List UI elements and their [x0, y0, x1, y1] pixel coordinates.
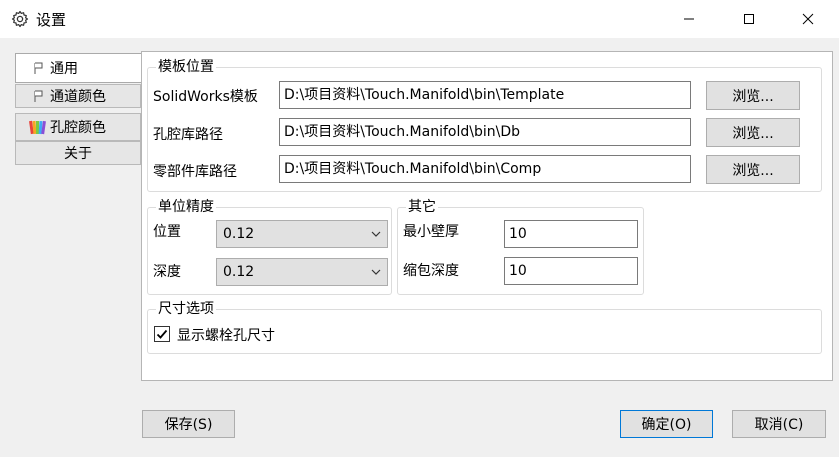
chevron-down-icon: [371, 231, 381, 237]
browse-template-button[interactable]: 浏览...: [706, 81, 800, 110]
tab-about-label: 关于: [64, 146, 92, 162]
tab-channel-color[interactable]: 通道颜色: [15, 84, 141, 108]
browse-component-library-button[interactable]: 浏览...: [706, 155, 800, 184]
unit-precision-group: 单位精度 位置 0.12 深度 0.12: [147, 199, 392, 295]
minimize-icon: [684, 18, 694, 20]
close-icon: [802, 13, 814, 25]
ok-button[interactable]: 确定(O): [620, 410, 713, 438]
flag-icon: [32, 61, 46, 75]
shrink-depth-input[interactable]: 10: [504, 257, 638, 285]
tab-channel-color-label: 通道颜色: [50, 89, 106, 105]
show-bolt-hole-size-label: 显示螺栓孔尺寸: [177, 328, 275, 344]
depth-precision-value: 0.12: [223, 264, 255, 280]
position-precision-value: 0.12: [223, 226, 255, 242]
browse-cavity-library-button[interactable]: 浏览...: [706, 118, 800, 147]
template-location-group: 模板位置 SolidWorks模板 D:\项目资料\Touch.Manifold…: [147, 59, 822, 192]
maximize-button[interactable]: [726, 0, 772, 38]
other-title: 其它: [406, 199, 438, 215]
window-title: 设置: [36, 11, 67, 29]
tab-general[interactable]: 通用: [15, 53, 141, 83]
depth-label: 深度: [153, 264, 181, 280]
chevron-down-icon: [371, 269, 381, 275]
min-wall-thickness-label: 最小壁厚: [403, 224, 459, 240]
position-precision-select[interactable]: 0.12: [216, 220, 388, 248]
solidworks-template-label: SolidWorks模板: [153, 89, 258, 105]
depth-precision-select[interactable]: 0.12: [216, 258, 388, 286]
settings-panel: 模板位置 SolidWorks模板 D:\项目资料\Touch.Manifold…: [141, 51, 833, 381]
component-library-path-input[interactable]: D:\项目资料\Touch.Manifold\bin\Comp: [279, 155, 691, 183]
min-wall-thickness-input[interactable]: 10: [504, 220, 638, 248]
size-options-title: 尺寸选项: [156, 301, 216, 317]
gear-icon: [11, 10, 29, 28]
template-location-title: 模板位置: [156, 59, 216, 75]
minimize-button[interactable]: [666, 0, 712, 38]
solidworks-template-input[interactable]: D:\项目资料\Touch.Manifold\bin\Template: [279, 81, 691, 109]
tab-cavity-color[interactable]: 孔腔颜色: [15, 113, 141, 141]
palette-icon: [28, 118, 46, 136]
flag-icon: [32, 89, 46, 103]
show-bolt-hole-size-checkbox[interactable]: [154, 326, 170, 342]
cancel-button[interactable]: 取消(C): [732, 410, 826, 438]
component-library-path-label: 零部件库路径: [153, 164, 237, 180]
unit-precision-title: 单位精度: [156, 199, 216, 215]
other-group: 其它 最小壁厚 10 缩包深度 10: [397, 199, 644, 295]
cavity-library-path-input[interactable]: D:\项目资料\Touch.Manifold\bin\Db: [279, 118, 691, 146]
shrink-depth-label: 缩包深度: [403, 263, 459, 279]
tab-about[interactable]: 关于: [15, 141, 141, 165]
close-button[interactable]: [785, 0, 831, 38]
position-label: 位置: [153, 224, 181, 240]
tab-general-label: 通用: [50, 61, 78, 77]
save-button[interactable]: 保存(S): [142, 410, 235, 438]
maximize-icon: [744, 14, 754, 24]
cavity-library-path-label: 孔腔库路径: [153, 127, 223, 143]
checkmark-icon: [156, 329, 168, 339]
title-bar: 设置: [0, 0, 839, 38]
size-options-group: 尺寸选项 显示螺栓孔尺寸: [147, 301, 822, 354]
tab-cavity-color-label: 孔腔颜色: [50, 120, 106, 136]
